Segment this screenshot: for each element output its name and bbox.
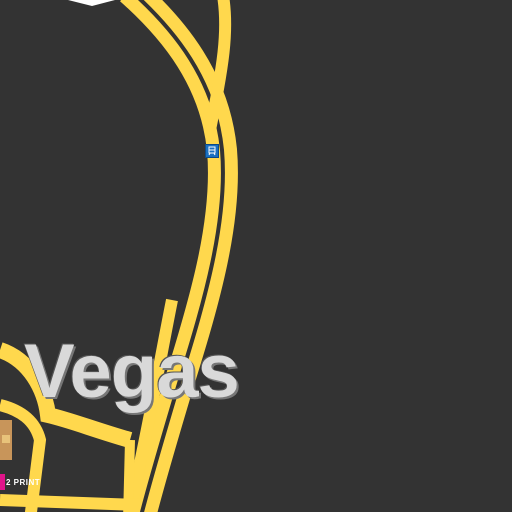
poi-marker-icon[interactable]	[0, 474, 5, 490]
map-canvas[interactable]: 2 PRINT Vegas	[0, 0, 512, 512]
road-network	[0, 0, 238, 512]
transit-station-icon[interactable]	[205, 144, 219, 158]
train-glyph-icon	[208, 146, 216, 156]
city-label: Vegas	[24, 329, 240, 414]
street-road[interactable]	[0, 494, 141, 511]
building	[2, 435, 10, 443]
road-marker	[68, 0, 115, 6]
poi-label[interactable]: 2 PRINT	[6, 478, 40, 487]
